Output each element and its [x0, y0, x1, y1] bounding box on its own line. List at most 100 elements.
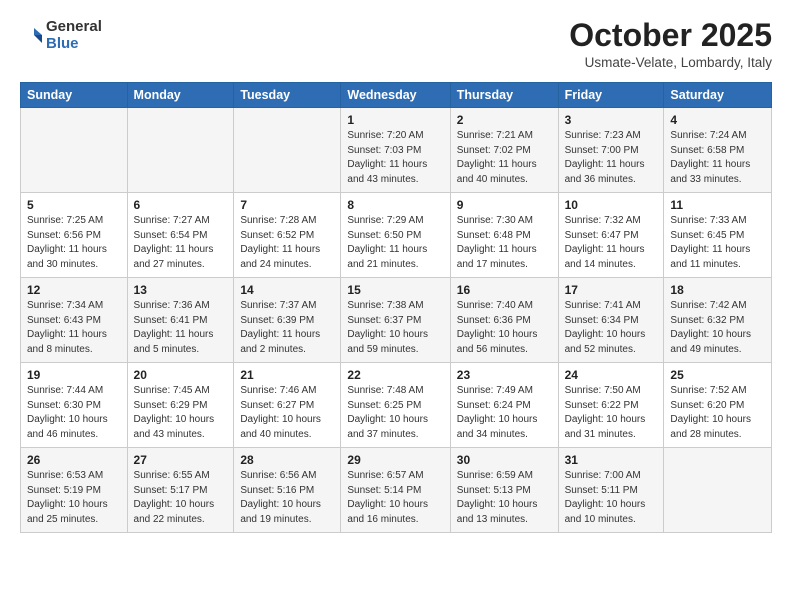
calendar-week-row: 12 Sunrise: 7:34 AM Sunset: 6:43 PM Dayli… — [21, 278, 772, 363]
table-row: 22Sunrise: 7:48 AM Sunset: 6:25 PM Dayli… — [341, 363, 450, 448]
col-wednesday: Wednesday — [341, 83, 450, 108]
table-row: 11 Sunrise: 7:33 AM Sunset: 6:45 PM Dayli… — [664, 193, 772, 278]
table-row: 14 Sunrise: 7:37 AM Sunset: 6:39 PM Dayli… — [234, 278, 341, 363]
day-number: 21 — [240, 368, 334, 382]
day-info: Sunrise: 7:38 AM Sunset: 6:37 PM Dayligh… — [347, 299, 443, 357]
day-info: Sunrise: 7:46 AM Sunset: 6:27 PM Dayligh… — [240, 384, 334, 442]
table-row: 9 Sunrise: 7:30 AM Sunset: 6:48 PM Daylig… — [450, 193, 558, 278]
table-row — [664, 448, 772, 533]
title-block: October 2025 Usmate-Velate, Lombardy, It… — [569, 18, 772, 70]
day-number: 11 — [670, 198, 765, 212]
logo-text: General Blue — [46, 18, 102, 53]
col-sunday: Sunday — [21, 83, 128, 108]
table-row: 31 Sunrise: 7:00 AM Sunset: 5:11 PM Dayli… — [558, 448, 664, 533]
col-monday: Monday — [127, 83, 234, 108]
day-number: 27 — [134, 453, 228, 467]
table-row: 18 Sunrise: 7:42 AM Sunset: 6:32 PM Dayli… — [664, 278, 772, 363]
day-info: Sunrise: 7:27 AM Sunset: 6:54 PM Dayligh… — [134, 214, 228, 272]
table-row: 29 Sunrise: 6:57 AM Sunset: 5:14 PM Dayli… — [341, 448, 450, 533]
logo-icon — [20, 25, 42, 47]
day-number: 1 — [347, 113, 443, 127]
table-row: 7 Sunrise: 7:28 AM Sunset: 6:52 PM Daylig… — [234, 193, 341, 278]
day-number: 18 — [670, 283, 765, 297]
day-info: Sunrise: 7:33 AM Sunset: 6:45 PM Dayligh… — [670, 214, 765, 272]
day-info: Sunrise: 7:23 AM Sunset: 7:00 PM Dayligh… — [565, 129, 658, 187]
day-info: Sunrise: 7:30 AM Sunset: 6:48 PM Dayligh… — [457, 214, 552, 272]
day-info: Sunrise: 7:42 AM Sunset: 6:32 PM Dayligh… — [670, 299, 765, 357]
table-row: 26 Sunrise: 6:53 AM Sunset: 5:19 PM Dayli… — [21, 448, 128, 533]
day-info: Sunrise: 6:53 AM Sunset: 5:19 PM Dayligh… — [27, 469, 121, 527]
calendar-week-row: 1Sunrise: 7:20 AM Sunset: 7:03 PM Daylig… — [21, 108, 772, 193]
table-row: 3Sunrise: 7:23 AM Sunset: 7:00 PM Daylig… — [558, 108, 664, 193]
day-number: 10 — [565, 198, 658, 212]
table-row: 13 Sunrise: 7:36 AM Sunset: 6:41 PM Dayli… — [127, 278, 234, 363]
day-number: 29 — [347, 453, 443, 467]
day-info: Sunrise: 7:28 AM Sunset: 6:52 PM Dayligh… — [240, 214, 334, 272]
day-info: Sunrise: 7:49 AM Sunset: 6:24 PM Dayligh… — [457, 384, 552, 442]
day-number: 31 — [565, 453, 658, 467]
day-number: 23 — [457, 368, 552, 382]
col-saturday: Saturday — [664, 83, 772, 108]
day-number: 14 — [240, 283, 334, 297]
day-info: Sunrise: 7:29 AM Sunset: 6:50 PM Dayligh… — [347, 214, 443, 272]
day-info: Sunrise: 7:36 AM Sunset: 6:41 PM Dayligh… — [134, 299, 228, 357]
table-row: 10 Sunrise: 7:32 AM Sunset: 6:47 PM Dayli… — [558, 193, 664, 278]
col-tuesday: Tuesday — [234, 83, 341, 108]
calendar-subtitle: Usmate-Velate, Lombardy, Italy — [569, 55, 772, 70]
table-row: 15 Sunrise: 7:38 AM Sunset: 6:37 PM Dayli… — [341, 278, 450, 363]
day-number: 4 — [670, 113, 765, 127]
table-row: 30Sunrise: 6:59 AM Sunset: 5:13 PM Dayli… — [450, 448, 558, 533]
day-number: 5 — [27, 198, 121, 212]
day-info: Sunrise: 6:56 AM Sunset: 5:16 PM Dayligh… — [240, 469, 334, 527]
day-info: Sunrise: 7:00 AM Sunset: 5:11 PM Dayligh… — [565, 469, 658, 527]
calendar-week-row: 26 Sunrise: 6:53 AM Sunset: 5:19 PM Dayli… — [21, 448, 772, 533]
logo-general: General — [46, 18, 102, 35]
table-row: 25Sunrise: 7:52 AM Sunset: 6:20 PM Dayli… — [664, 363, 772, 448]
day-number: 30 — [457, 453, 552, 467]
table-row: 6Sunrise: 7:27 AM Sunset: 6:54 PM Daylig… — [127, 193, 234, 278]
day-number: 13 — [134, 283, 228, 297]
day-number: 24 — [565, 368, 658, 382]
day-info: Sunrise: 7:45 AM Sunset: 6:29 PM Dayligh… — [134, 384, 228, 442]
day-info: Sunrise: 7:40 AM Sunset: 6:36 PM Dayligh… — [457, 299, 552, 357]
day-number: 7 — [240, 198, 334, 212]
header: General Blue October 2025 Usmate-Velate,… — [20, 18, 772, 70]
day-number: 28 — [240, 453, 334, 467]
day-info: Sunrise: 7:32 AM Sunset: 6:47 PM Dayligh… — [565, 214, 658, 272]
table-row: 23 Sunrise: 7:49 AM Sunset: 6:24 PM Dayli… — [450, 363, 558, 448]
day-info: Sunrise: 7:34 AM Sunset: 6:43 PM Dayligh… — [27, 299, 121, 357]
table-row: 28 Sunrise: 6:56 AM Sunset: 5:16 PM Dayli… — [234, 448, 341, 533]
day-info: Sunrise: 6:57 AM Sunset: 5:14 PM Dayligh… — [347, 469, 443, 527]
table-row: 19Sunrise: 7:44 AM Sunset: 6:30 PM Dayli… — [21, 363, 128, 448]
table-row: 4 Sunrise: 7:24 AM Sunset: 6:58 PM Daylig… — [664, 108, 772, 193]
day-number: 16 — [457, 283, 552, 297]
table-row: 8 Sunrise: 7:29 AM Sunset: 6:50 PM Daylig… — [341, 193, 450, 278]
col-thursday: Thursday — [450, 83, 558, 108]
table-row: 2Sunrise: 7:21 AM Sunset: 7:02 PM Daylig… — [450, 108, 558, 193]
table-row — [234, 108, 341, 193]
day-info: Sunrise: 7:44 AM Sunset: 6:30 PM Dayligh… — [27, 384, 121, 442]
day-number: 15 — [347, 283, 443, 297]
calendar-title: October 2025 — [569, 18, 772, 53]
day-number: 8 — [347, 198, 443, 212]
day-info: Sunrise: 7:37 AM Sunset: 6:39 PM Dayligh… — [240, 299, 334, 357]
day-info: Sunrise: 6:55 AM Sunset: 5:17 PM Dayligh… — [134, 469, 228, 527]
table-row: 24 Sunrise: 7:50 AM Sunset: 6:22 PM Dayli… — [558, 363, 664, 448]
calendar-week-row: 5 Sunrise: 7:25 AM Sunset: 6:56 PM Daylig… — [21, 193, 772, 278]
day-number: 17 — [565, 283, 658, 297]
logo: General Blue — [20, 18, 102, 53]
table-row: 21 Sunrise: 7:46 AM Sunset: 6:27 PM Dayli… — [234, 363, 341, 448]
day-number: 9 — [457, 198, 552, 212]
day-info: Sunrise: 7:48 AM Sunset: 6:25 PM Dayligh… — [347, 384, 443, 442]
table-row — [21, 108, 128, 193]
day-info: Sunrise: 7:21 AM Sunset: 7:02 PM Dayligh… — [457, 129, 552, 187]
page: General Blue October 2025 Usmate-Velate,… — [0, 0, 792, 551]
day-number: 26 — [27, 453, 121, 467]
table-row: 1Sunrise: 7:20 AM Sunset: 7:03 PM Daylig… — [341, 108, 450, 193]
table-row: 20Sunrise: 7:45 AM Sunset: 6:29 PM Dayli… — [127, 363, 234, 448]
day-info: Sunrise: 7:24 AM Sunset: 6:58 PM Dayligh… — [670, 129, 765, 187]
day-number: 12 — [27, 283, 121, 297]
day-info: Sunrise: 7:50 AM Sunset: 6:22 PM Dayligh… — [565, 384, 658, 442]
day-info: Sunrise: 7:25 AM Sunset: 6:56 PM Dayligh… — [27, 214, 121, 272]
table-row: 5 Sunrise: 7:25 AM Sunset: 6:56 PM Daylig… — [21, 193, 128, 278]
